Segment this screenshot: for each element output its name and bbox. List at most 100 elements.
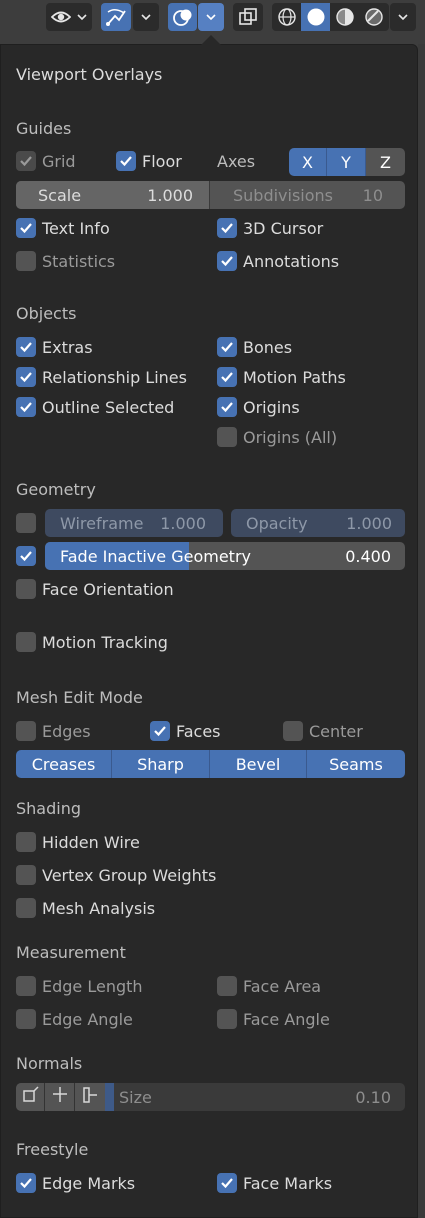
fade-inactive-checkbox[interactable] xyxy=(16,545,36,567)
sharp-toggle[interactable]: Sharp xyxy=(112,750,210,778)
face-normals-toggle[interactable] xyxy=(75,1083,105,1111)
hidden-wire-checkbox[interactable]: Hidden Wire xyxy=(16,831,140,853)
axis-y-toggle[interactable]: Y xyxy=(327,148,366,176)
section-shading: Shading xyxy=(16,799,81,818)
subdivisions-field[interactable]: Subdivisions 10 xyxy=(209,181,405,209)
edge-marks-toggle-group: Creases Sharp Bevel Seams xyxy=(16,750,405,778)
fade-inactive-slider[interactable]: Fade Inactive Geometry 0.400 xyxy=(45,542,405,570)
checkbox-box xyxy=(16,546,36,566)
scale-subdivisions-row: Scale 1.000 Subdivisions 10 xyxy=(16,181,405,209)
gizmo-dropdown[interactable] xyxy=(133,3,159,31)
checkbox-box xyxy=(217,337,237,357)
checkbox-box xyxy=(16,579,36,599)
vertex-group-weights-checkbox[interactable]: Vertex Group Weights xyxy=(16,864,216,886)
origins-label: Origins xyxy=(243,397,300,417)
solid-shading-icon[interactable] xyxy=(301,3,330,31)
edge-angle-label: Edge Angle xyxy=(42,1009,133,1029)
split-normals-toggle[interactable] xyxy=(45,1083,75,1111)
center-checkbox[interactable]: Center xyxy=(283,720,363,742)
chevron-down-icon xyxy=(77,13,87,21)
floor-label: Floor xyxy=(142,151,182,171)
wireframe-field[interactable]: Wireframe 1.000 xyxy=(45,509,223,537)
axis-z-toggle[interactable]: Z xyxy=(366,148,405,176)
edges-checkbox[interactable]: Edges xyxy=(16,720,91,742)
text-info-checkbox[interactable]: Text Info xyxy=(16,217,110,239)
origins-all-checkbox[interactable]: Origins (All) xyxy=(217,426,337,448)
bones-checkbox[interactable]: Bones xyxy=(217,336,292,358)
motion-paths-label: Motion Paths xyxy=(243,367,346,387)
edge-marks-label: Edge Marks xyxy=(42,1173,136,1193)
axes-toggle-group: X Y Z xyxy=(289,148,405,176)
creases-toggle[interactable]: Creases xyxy=(16,750,112,778)
chevron-down-icon xyxy=(141,13,151,21)
face-normal-icon xyxy=(81,1086,99,1108)
edges-label: Edges xyxy=(42,721,91,741)
normals-size-field[interactable]: Size 0.10 xyxy=(114,1088,405,1107)
edge-marks-checkbox[interactable]: Edge Marks xyxy=(16,1172,135,1194)
checkbox-box xyxy=(283,721,303,741)
checkbox-box xyxy=(16,337,36,357)
viewport-background xyxy=(418,44,425,1218)
section-freestyle: Freestyle xyxy=(16,1140,89,1159)
face-marks-checkbox[interactable]: Face Marks xyxy=(217,1172,332,1194)
checkbox-box xyxy=(16,865,36,885)
scale-label: Scale xyxy=(38,185,82,205)
relationship-lines-checkbox[interactable]: Relationship Lines xyxy=(16,366,187,388)
split-normal-icon xyxy=(51,1086,69,1108)
wireframe-checkbox[interactable] xyxy=(16,512,36,534)
vertex-group-weights-label: Vertex Group Weights xyxy=(42,865,217,885)
size-value: 0.10 xyxy=(355,1087,391,1107)
motion-paths-checkbox[interactable]: Motion Paths xyxy=(217,366,346,388)
face-angle-checkbox[interactable]: Face Angle xyxy=(217,1008,330,1030)
face-orientation-checkbox[interactable]: Face Orientation xyxy=(16,578,174,600)
seams-toggle[interactable]: Seams xyxy=(307,750,405,778)
vertex-normals-toggle[interactable] xyxy=(16,1083,45,1111)
face-area-label: Face Area xyxy=(243,976,322,996)
xray-toggle[interactable] xyxy=(233,3,263,31)
popover-arrow xyxy=(201,35,221,45)
axis-x-toggle[interactable]: X xyxy=(289,148,327,176)
section-mesh-edit-mode: Mesh Edit Mode xyxy=(16,688,143,707)
annotations-checkbox[interactable]: Annotations xyxy=(217,250,339,272)
bevel-toggle[interactable]: Bevel xyxy=(210,750,307,778)
origins-checkbox[interactable]: Origins xyxy=(217,396,300,418)
edge-length-checkbox[interactable]: Edge Length xyxy=(16,975,143,997)
rendered-shading-icon[interactable] xyxy=(359,3,388,31)
floor-checkbox[interactable]: Floor xyxy=(116,150,182,172)
statistics-checkbox[interactable]: Statistics xyxy=(16,250,115,272)
faces-checkbox[interactable]: Faces xyxy=(150,720,221,742)
checkbox-box xyxy=(16,251,36,271)
mesh-analysis-checkbox[interactable]: Mesh Analysis xyxy=(16,897,155,919)
gizmo-toggle[interactable] xyxy=(101,3,131,31)
wireframe-shading-icon[interactable] xyxy=(272,3,301,31)
overlays-dropdown[interactable] xyxy=(198,3,224,31)
chevron-down-icon xyxy=(398,13,408,21)
checkbox-box xyxy=(217,367,237,387)
overlays-icon xyxy=(172,7,194,27)
checkbox-box xyxy=(217,251,237,271)
faces-label: Faces xyxy=(176,721,221,741)
overlays-toggle[interactable] xyxy=(168,3,197,31)
checkbox-box xyxy=(16,397,36,417)
grid-checkbox[interactable]: Grid xyxy=(16,150,76,172)
statistics-label: Statistics xyxy=(42,251,116,271)
scale-field[interactable]: Scale 1.000 xyxy=(16,181,209,209)
mesh-analysis-label: Mesh Analysis xyxy=(42,898,156,918)
extras-checkbox[interactable]: Extras xyxy=(16,336,93,358)
visibility-dropdown[interactable] xyxy=(46,3,92,31)
motion-tracking-checkbox[interactable]: Motion Tracking xyxy=(16,631,168,653)
fade-label: Fade Inactive Geometry xyxy=(60,546,251,566)
edge-angle-checkbox[interactable]: Edge Angle xyxy=(16,1008,133,1030)
shading-dropdown[interactable] xyxy=(390,3,416,31)
center-label: Center xyxy=(309,721,363,741)
3d-cursor-checkbox[interactable]: 3D Cursor xyxy=(217,217,323,239)
subdivisions-label: Subdivisions xyxy=(233,185,334,205)
material-shading-icon[interactable] xyxy=(330,3,359,31)
size-label: Size xyxy=(119,1087,152,1107)
outline-selected-checkbox[interactable]: Outline Selected xyxy=(16,396,174,418)
opacity-field[interactable]: Opacity 1.000 xyxy=(231,509,405,537)
face-area-checkbox[interactable]: Face Area xyxy=(217,975,321,997)
checkbox-box xyxy=(116,151,136,171)
viewport-overlays-popover: Viewport Overlays Guides Grid Floor Axes… xyxy=(0,44,418,1218)
edge-length-label: Edge Length xyxy=(42,976,143,996)
